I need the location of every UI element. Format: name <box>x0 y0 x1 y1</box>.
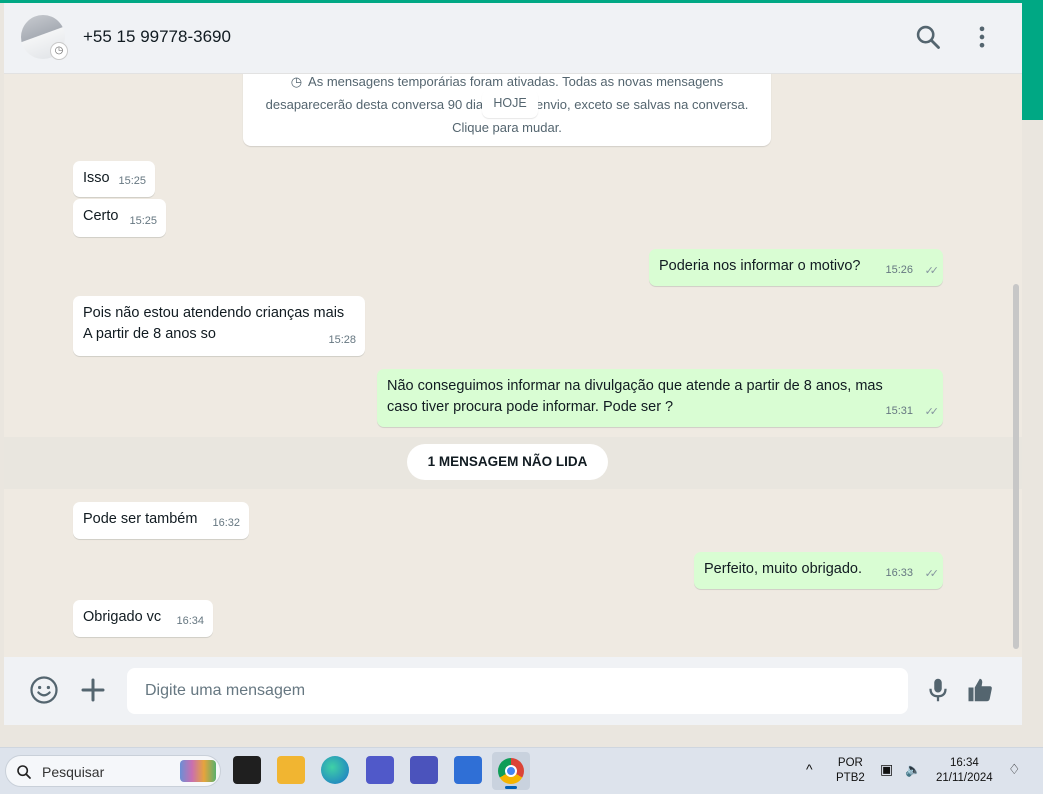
contact-name[interactable]: +55 15 99778-3690 <box>83 27 231 47</box>
emoji-icon[interactable] <box>29 675 59 705</box>
incoming-message[interactable]: Certo 15:25 <box>73 199 166 237</box>
outgoing-message[interactable]: Não conseguimos informar na divulgação q… <box>377 369 943 427</box>
books-icon <box>180 760 216 782</box>
message-text: Certo <box>83 208 119 224</box>
speaker-icon[interactable]: 🔈 <box>905 762 921 777</box>
taskbar-search[interactable]: Pesquisar <box>5 755 221 787</box>
message-text: Isso <box>83 170 110 186</box>
teams-icon[interactable] <box>366 756 394 784</box>
chat-window: ◷ +55 15 99778-3690 ◷ As mensagens tempor… <box>4 3 1022 725</box>
notice-line-1: As mensagens temporárias foram ativadas.… <box>308 74 724 89</box>
thumbs-up-icon[interactable] <box>966 675 996 705</box>
file-explorer-icon[interactable] <box>277 756 305 784</box>
message-input[interactable] <box>127 668 908 714</box>
message-list[interactable]: ◷ As mensagens temporárias foram ativadas… <box>4 74 1022 656</box>
timer-badge-icon: ◷ <box>50 42 68 60</box>
clock-time: 16:34 <box>949 757 979 769</box>
unread-banner: 1 MENSAGEM NÃO LIDA <box>407 444 608 480</box>
message-time: 15:25 <box>118 175 146 187</box>
task-view-icon[interactable] <box>233 756 261 784</box>
microphone-icon[interactable] <box>923 675 953 705</box>
plus-icon[interactable] <box>78 675 108 705</box>
message-text: Perfeito, muito obrigado. <box>704 561 862 577</box>
message-time: 16:33 <box>885 567 913 579</box>
message-time: 16:32 <box>212 517 240 529</box>
incoming-message[interactable]: Isso 15:25 <box>73 161 155 197</box>
background-accent <box>1022 0 1043 120</box>
message-time: 15:25 <box>129 215 157 227</box>
message-text: Pode ser também <box>83 511 198 527</box>
language-indicator[interactable]: POR PTB2 <box>836 756 865 786</box>
message-text: Obrigado vc <box>83 609 162 625</box>
search-icon[interactable] <box>914 23 942 51</box>
teams-work-icon[interactable] <box>410 756 438 784</box>
chrome-icon <box>498 758 524 784</box>
clock-date: 21/11/2024 <box>936 772 993 784</box>
message-text-line-2: caso tiver procura pode informar. Pode s… <box>387 399 674 415</box>
message-text-line-2: A partir de 8 anos so <box>83 326 216 342</box>
chat-header: ◷ +55 15 99778-3690 <box>4 3 1022 74</box>
read-receipt-icon: ✓✓ <box>924 568 940 580</box>
message-composer <box>4 657 1022 725</box>
chevron-up-icon[interactable]: ^ <box>806 762 813 777</box>
search-label: Pesquisar <box>42 764 105 780</box>
message-time: 15:28 <box>328 334 356 346</box>
timer-icon: ◷ <box>290 74 303 89</box>
incoming-message[interactable]: Pode ser também 16:32 <box>73 502 249 539</box>
keyboard-layout: PTB2 <box>836 772 865 784</box>
date-chip: HOJE <box>482 90 538 118</box>
message-time: 15:31 <box>885 405 913 417</box>
notepad-icon[interactable] <box>454 756 482 784</box>
search-icon <box>17 765 31 779</box>
outgoing-message[interactable]: Perfeito, muito obrigado. 16:33 ✓✓ <box>694 552 943 589</box>
message-time: 16:34 <box>176 615 204 627</box>
read-receipt-icon: ✓✓ <box>924 406 940 418</box>
edge-icon[interactable] <box>321 756 349 784</box>
incoming-message[interactable]: Obrigado vc 16:34 <box>73 600 213 637</box>
message-text-line-1: Pois não estou atendendo crianças mais <box>83 305 345 321</box>
language-code: POR <box>837 757 863 769</box>
notification-bell-icon[interactable]: ♢ <box>1008 762 1021 777</box>
notice-line-3: Clique para mudar. <box>452 120 562 135</box>
chat-scrollbar[interactable] <box>1013 284 1019 649</box>
chrome-taskbar-item[interactable] <box>492 752 530 790</box>
outgoing-message[interactable]: Poderia nos informar o motivo? 15:26 ✓✓ <box>649 249 943 286</box>
network-icon[interactable]: ▣ <box>880 762 893 777</box>
windows-taskbar: Pesquisar ^ POR PTB2 ▣ 🔈 16:34 21/11/202… <box>0 747 1043 794</box>
menu-icon[interactable] <box>968 23 996 51</box>
incoming-message[interactable]: Pois não estou atendendo crianças mais A… <box>73 296 365 356</box>
message-text-line-1: Não conseguimos informar na divulgação q… <box>387 378 883 394</box>
clock[interactable]: 16:34 21/11/2024 <box>936 756 993 786</box>
read-receipt-icon: ✓✓ <box>924 265 940 277</box>
message-text: Poderia nos informar o motivo? <box>659 258 861 274</box>
message-time: 15:26 <box>885 264 913 276</box>
